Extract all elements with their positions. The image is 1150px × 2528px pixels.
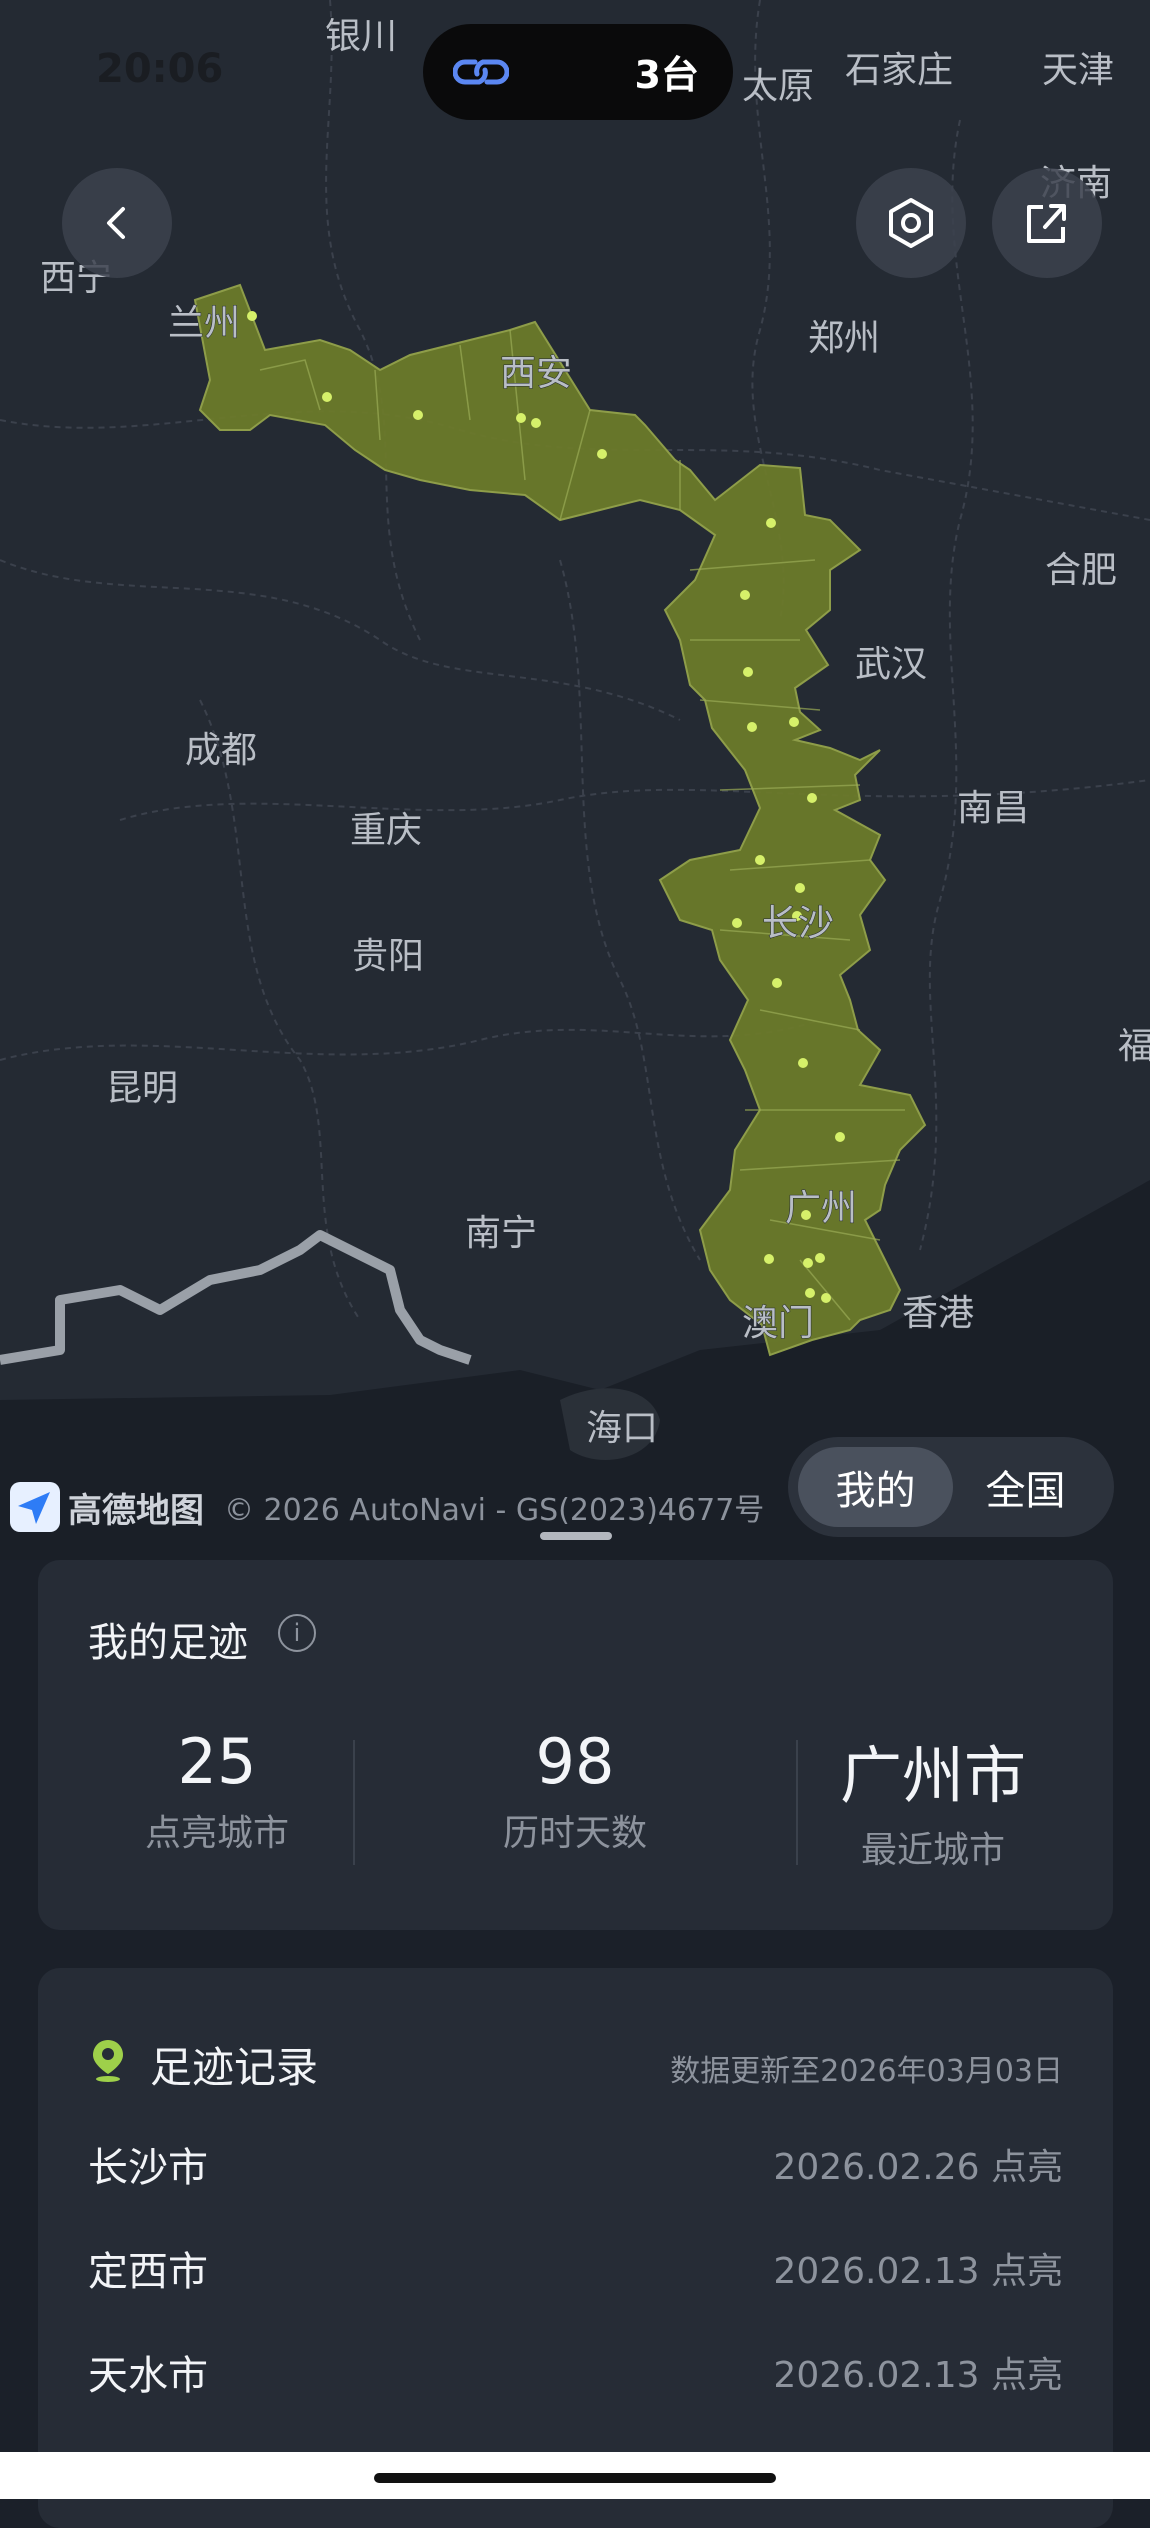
attribution-copyright: © 2026 AutoNavi - GS(2023)4677号 xyxy=(224,1493,765,1528)
attribution-brand: 高德地图 xyxy=(68,1490,204,1531)
map-label: 昆明 xyxy=(106,1068,178,1109)
record-city: 长沙市 xyxy=(88,2145,208,2191)
map-label: 南昌 xyxy=(957,788,1029,829)
map-label: 重庆 xyxy=(350,810,422,851)
map-label: 长沙 xyxy=(762,903,834,944)
stat-label: 历时天数 xyxy=(502,1813,647,1854)
status-time: 20:06 xyxy=(96,46,224,92)
stat-divider xyxy=(353,1740,355,1865)
map-label: 合肥 xyxy=(1045,550,1117,591)
map-label: 郑州 xyxy=(808,318,880,359)
footprint-map[interactable]: 银川 太原 石家庄 天津 西宁 兰州 西安 郑州 济南 合肥 武汉 成都 重庆 … xyxy=(0,0,1150,1560)
records-updated: 数据更新至2026年03月03日 xyxy=(670,2054,1063,2089)
record-row[interactable]: 定西市 2026.02.13 点亮 xyxy=(88,2228,1063,2308)
hexagon-settings-icon xyxy=(889,198,933,248)
map-attribution: 高德地图 © 2026 AutoNavi - GS(2023)4677号 xyxy=(10,1482,764,1532)
record-date: 2026.02.26 点亮 xyxy=(773,2147,1063,2188)
map-label: 武汉 xyxy=(855,644,927,685)
map-label: 海口 xyxy=(586,1408,658,1449)
record-date: 2026.02.13 点亮 xyxy=(773,2355,1063,2396)
record-row[interactable]: 长沙市 2026.02.26 点亮 xyxy=(88,2124,1063,2204)
info-icon[interactable]: i xyxy=(278,1614,316,1652)
dynamic-island[interactable]: 3台 xyxy=(423,24,733,120)
device-count: 3台 xyxy=(634,53,699,97)
records-title: 足迹记录 xyxy=(150,2043,319,2092)
record-city: 定西市 xyxy=(88,2249,208,2295)
stat-lit-cities: 25 点亮城市 xyxy=(38,1725,396,1856)
share-button[interactable] xyxy=(992,168,1102,278)
stat-label: 最近城市 xyxy=(860,1830,1005,1871)
record-date: 2026.02.13 点亮 xyxy=(773,2251,1063,2292)
record-row[interactable]: 天水市 2026.02.13 点亮 xyxy=(88,2332,1063,2412)
map-label: 成都 xyxy=(185,730,257,771)
stat-days: 98 历时天数 xyxy=(396,1725,754,1856)
map-label: 天津 xyxy=(1042,50,1114,91)
sheet-drag-handle[interactable] xyxy=(540,1532,612,1540)
map-label: 银川 xyxy=(325,16,397,57)
stat-value: 25 xyxy=(177,1725,257,1798)
gaode-logo-icon xyxy=(10,1482,60,1532)
stat-label: 点亮城市 xyxy=(144,1813,289,1854)
footprint-title: 我的足迹 xyxy=(88,1620,248,1666)
settings-button[interactable] xyxy=(856,168,966,278)
map-label: 兰州 xyxy=(168,303,240,344)
back-button[interactable] xyxy=(62,168,172,278)
stat-value: 广州市 xyxy=(839,1739,1026,1812)
footprint-summary-card: 我的足迹 i 25 点亮城市 98 历时天数 广州市 最近城市 xyxy=(38,1560,1113,1930)
stat-recent-city: 广州市 最近城市 xyxy=(754,1725,1112,1873)
stat-value: 98 xyxy=(535,1725,615,1798)
link-icon xyxy=(453,59,509,85)
map-label: 福 xyxy=(1118,1026,1150,1067)
footprint-records-card: 足迹记录 数据更新至2026年03月03日 长沙市 2026.02.26 点亮 … xyxy=(38,1968,1113,2528)
home-indicator-area xyxy=(0,2452,1150,2499)
map-label: 澳门 xyxy=(742,1303,814,1344)
share-icon xyxy=(1027,204,1066,243)
map-label: 香港 xyxy=(902,1293,974,1334)
home-indicator[interactable] xyxy=(374,2473,776,2483)
toggle-mine[interactable]: 我的 xyxy=(798,1447,953,1527)
chevron-left-icon xyxy=(107,207,125,239)
map-label: 贵阳 xyxy=(352,936,424,977)
map-label: 石家庄 xyxy=(845,50,953,91)
record-city: 天水市 xyxy=(88,2353,208,2399)
map-label: 太原 xyxy=(742,66,814,107)
map-label: 广州 xyxy=(785,1188,857,1229)
map-label: 西安 xyxy=(500,353,572,394)
map-view-toggle[interactable]: 我的 全国 xyxy=(788,1437,1114,1537)
map-label: 南宁 xyxy=(465,1213,537,1254)
toggle-nationwide[interactable]: 全国 xyxy=(948,1447,1103,1527)
location-pin-icon xyxy=(93,2040,123,2082)
